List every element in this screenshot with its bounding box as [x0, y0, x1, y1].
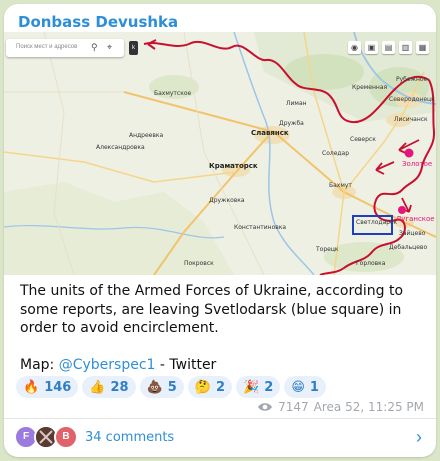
reaction-count: 1 [309, 379, 319, 395]
map-label: Луганское [396, 215, 435, 223]
avatar: B [54, 425, 78, 449]
location-pin-icon[interactable]: ⌖ [107, 42, 112, 53]
reaction-party[interactable]: 🎉 2 [236, 376, 281, 398]
map-canvas [4, 32, 436, 275]
post-caption: The units of the Armed Forces of Ukraine… [20, 282, 422, 375]
map-label: Краматорск [209, 162, 258, 170]
map-label: Андреевка [129, 132, 164, 139]
caption-source: Map: @Cyberspec1 - Twitter [20, 356, 422, 375]
caption-map-prefix: Map: [20, 357, 59, 373]
reaction-fire[interactable]: 🔥 146 [16, 376, 79, 398]
map-label: Торецк [316, 246, 339, 253]
map-label: Лисичанск [394, 116, 428, 123]
map-label: Соледар [322, 150, 350, 157]
map-label: Бахмут [329, 182, 352, 189]
map-label: Кременная [352, 84, 388, 91]
reaction-poop[interactable]: 💩 5 [139, 376, 184, 398]
channel-post: Donbass Devushka Поиск мест и адресов ⚲ … [4, 4, 436, 457]
map-tool-button[interactable]: ▣ [365, 41, 378, 54]
map-label: Бахмутское [154, 90, 192, 97]
map-layer-toggle[interactable]: k [129, 41, 138, 55]
thumbs-up-icon: 👍 [89, 379, 106, 395]
map-tool-button[interactable]: ▦ [416, 41, 429, 54]
map-search-placeholder: Поиск мест и адресов [16, 44, 78, 50]
source-link[interactable]: @Cyberspec1 [59, 357, 156, 373]
reactions-bar: 🔥 146 👍 28 💩 5 🤔 2 🎉 2 😁 1 [16, 376, 326, 398]
map-tool-button[interactable]: ▤ [382, 41, 395, 54]
map-label: Рубежное [396, 76, 428, 83]
map-label: Дружковка [209, 197, 245, 204]
avatar-photo-icon [36, 427, 56, 447]
reaction-count: 146 [44, 379, 72, 395]
map-search-bar[interactable]: Поиск мест и адресов ⚲ ⌖ [6, 39, 124, 57]
reaction-thinking[interactable]: 🤔 2 [187, 376, 233, 398]
chevron-right-icon: › [416, 427, 422, 447]
map-label: Александровка [96, 144, 145, 151]
map-tool-button[interactable]: ◉ [348, 41, 361, 54]
reaction-count: 5 [167, 379, 177, 395]
caption-text: The units of the Armed Forces of Ukraine… [20, 283, 404, 336]
map-label: Горловка [356, 260, 386, 267]
eye-icon [258, 403, 273, 411]
map-label: Лиман [286, 100, 307, 107]
view-count: 7147 [278, 400, 309, 414]
post-signature: Area 52, 11:25 PM [313, 400, 424, 414]
map-label: Северск [350, 136, 376, 143]
map-toolbar: ◉ ▣ ▤ ▥ ▦ [348, 41, 429, 54]
post-meta: 7147 Area 52, 11:25 PM [257, 400, 424, 414]
reaction-grin[interactable]: 😁 1 [284, 376, 326, 398]
caption-map-suffix: - Twitter [155, 357, 217, 373]
map-image[interactable]: Поиск мест и адресов ⚲ ⌖ k ◉ ▣ ▤ ▥ ▦ Бах… [4, 32, 436, 275]
grinning-face-icon: 😁 [291, 379, 305, 395]
reaction-count: 2 [264, 379, 274, 395]
search-icon[interactable]: ⚲ [91, 42, 98, 53]
reaction-count: 2 [216, 379, 226, 395]
map-label: Константиновка [234, 224, 287, 231]
map-label: Славянск [251, 129, 289, 137]
comments-count: 34 comments [85, 430, 175, 445]
map-label: Золотое [402, 160, 433, 168]
channel-name[interactable]: Donbass Devushka [18, 13, 178, 31]
poop-icon: 💩 [146, 379, 163, 395]
comments-button[interactable]: F B 34 comments › [4, 419, 436, 457]
map-label: Дружба [279, 120, 304, 127]
map-label: Светлодарск [356, 219, 397, 226]
reaction-thumbs-up[interactable]: 👍 28 [82, 376, 136, 398]
map-tool-button[interactable]: ▥ [399, 41, 412, 54]
map-label: Дебальцево [389, 244, 428, 251]
map-label: Северодонецк [389, 96, 435, 103]
fire-icon: 🔥 [23, 379, 40, 395]
reaction-count: 28 [110, 379, 129, 395]
map-label: Зайцево [399, 230, 426, 237]
party-popper-icon: 🎉 [243, 379, 260, 395]
map-label: Покровск [184, 260, 214, 267]
thinking-face-icon: 🤔 [194, 379, 212, 395]
